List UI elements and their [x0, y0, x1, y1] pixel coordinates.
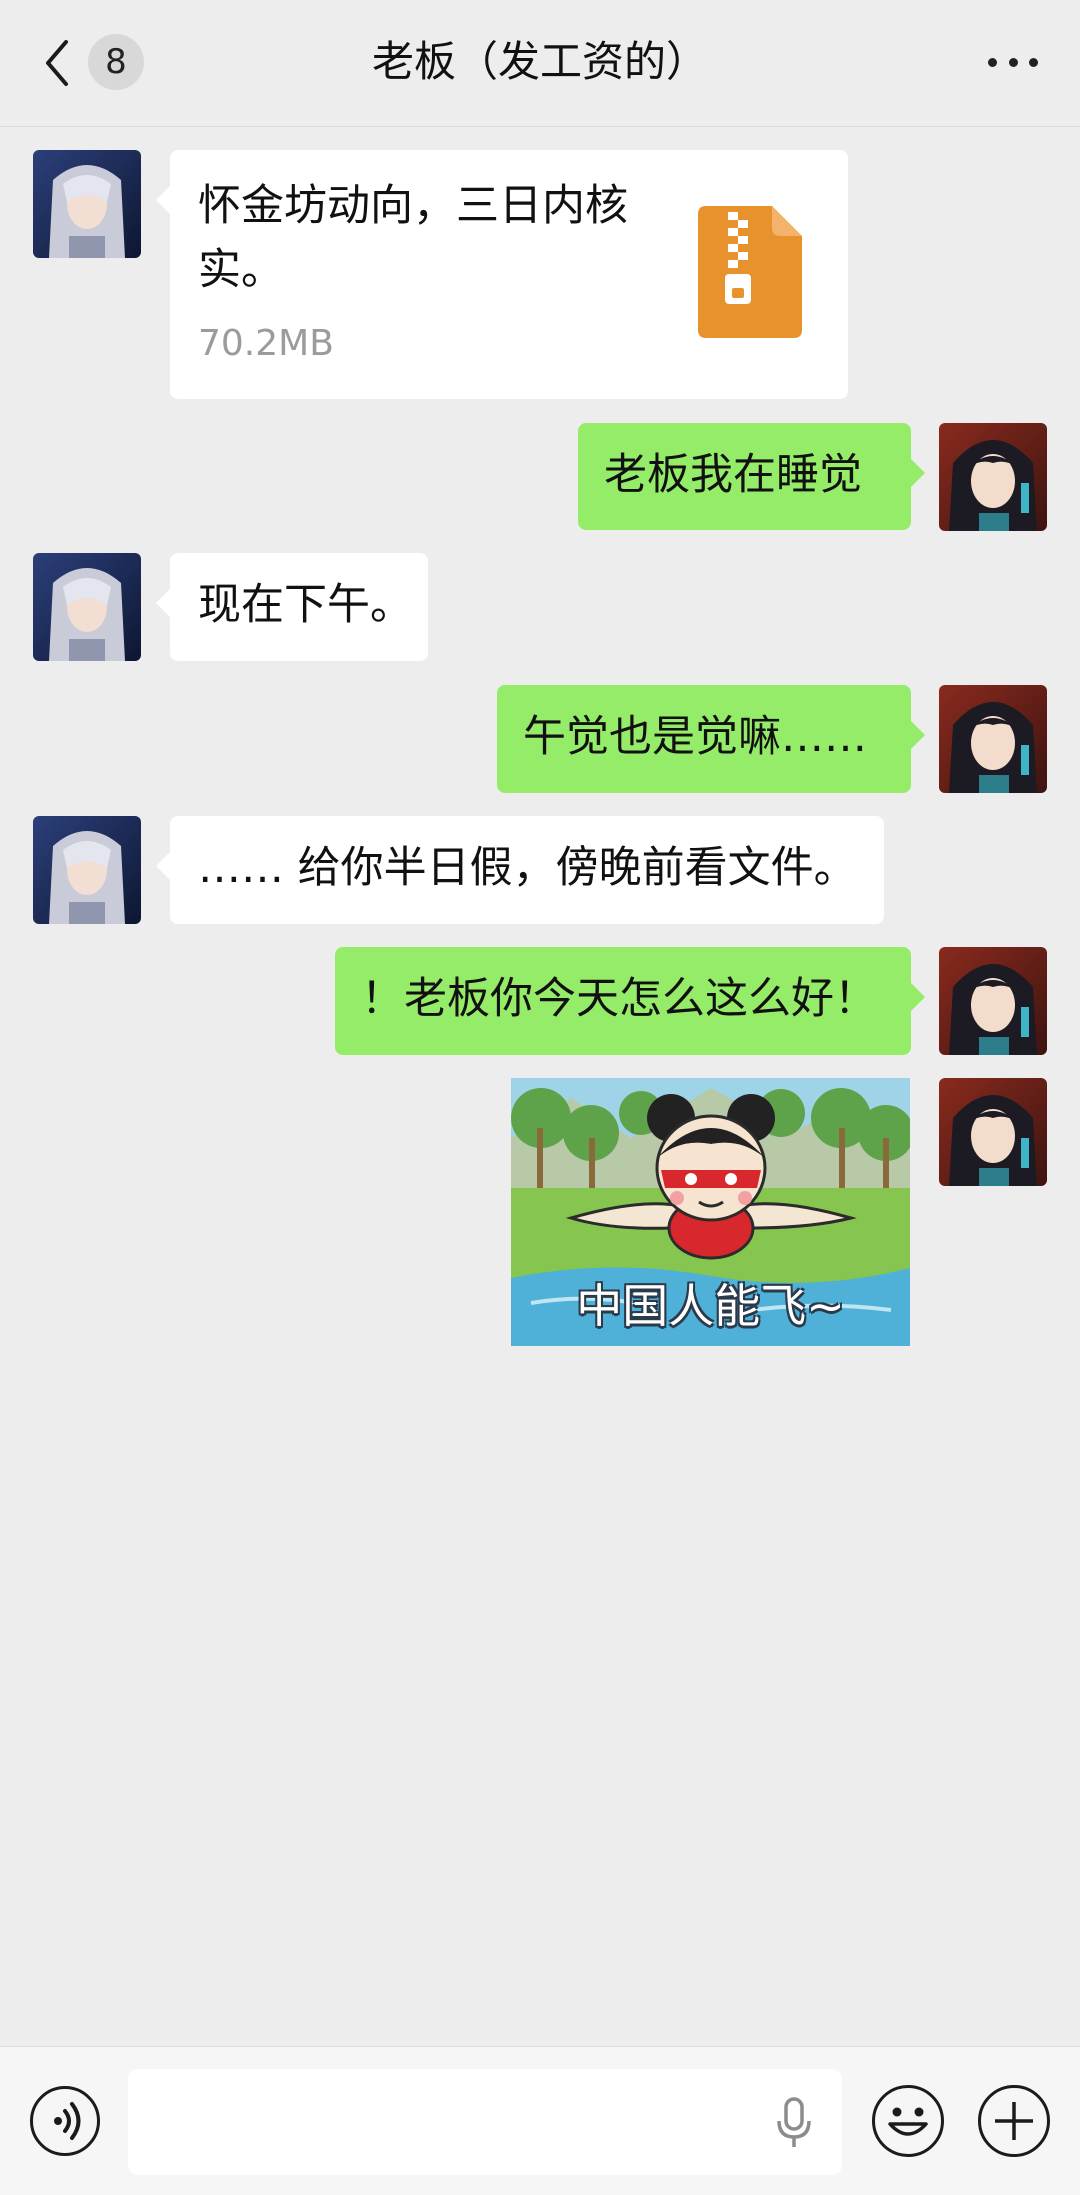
self-avatar[interactable] [939, 1078, 1047, 1186]
contact-avatar[interactable] [33, 816, 141, 924]
self-avatar[interactable] [939, 947, 1047, 1055]
message-bubble-self[interactable]: 午觉也是觉嘛…… [497, 685, 925, 793]
self-avatar[interactable] [939, 685, 1047, 793]
voice-toggle-icon[interactable] [30, 2086, 100, 2156]
microphone-icon[interactable] [776, 2097, 812, 2149]
message-input[interactable] [128, 2069, 842, 2175]
emoji-icon[interactable] [872, 2085, 944, 2157]
input-bar [0, 2046, 1080, 2195]
message-bubble-other[interactable]: …… 给你半日假，傍晚前看文件。 [156, 816, 884, 924]
file-message[interactable]: 怀金坊动向，三日内核实。 70.2MB [156, 150, 848, 399]
self-avatar[interactable] [939, 423, 1047, 531]
more-dots-icon[interactable] [988, 58, 1038, 68]
plus-icon[interactable] [978, 2085, 1050, 2157]
sticker-message[interactable]: 中国人能飞~ [511, 1078, 910, 1346]
file-size: 70.2MB [198, 323, 334, 364]
file-message-text: 怀金坊动向，三日内核实。 [198, 181, 628, 295]
sticker-caption: 中国人能飞~ [576, 1279, 845, 1333]
message-bubble-self[interactable]: ！老板你今天怎么这么好！ [335, 947, 925, 1055]
chat-title: 老板（发工资的） [371, 37, 708, 86]
contact-avatar[interactable] [33, 553, 141, 661]
chat-header: 8 老板（发工资的） [0, 0, 1080, 127]
contact-avatar[interactable] [33, 150, 141, 258]
message-bubble-other[interactable]: 现在下午。 [156, 553, 428, 661]
zip-file-icon [698, 206, 802, 338]
message-bubble-self[interactable]: 老板我在睡觉 [578, 423, 925, 530]
